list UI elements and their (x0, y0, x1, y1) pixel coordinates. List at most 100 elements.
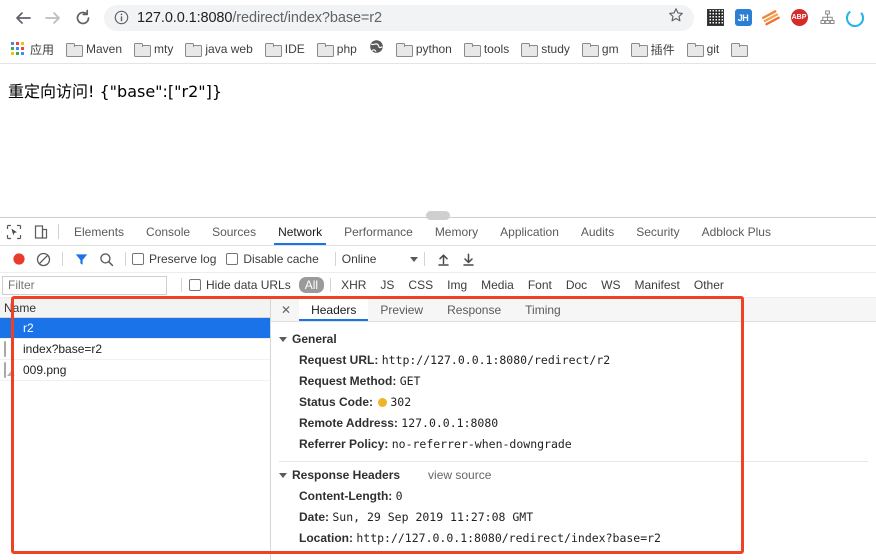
profile-avatar[interactable] (842, 5, 868, 31)
record-button[interactable] (6, 247, 31, 272)
toolbar-divider (335, 252, 336, 266)
bookmark-java-web[interactable]: java web (179, 37, 258, 61)
filter-input[interactable] (2, 276, 167, 295)
close-detail-button[interactable]: ✕ (271, 298, 299, 321)
sitemap-icon[interactable] (814, 5, 840, 31)
bookmark-tools[interactable]: tools (458, 37, 515, 61)
filter-type-media[interactable]: Media (475, 277, 520, 293)
toggle-device-toolbar-icon[interactable] (27, 218, 54, 245)
qr-code-icon[interactable] (702, 5, 728, 31)
adblock-plus-icon[interactable]: ABP (786, 5, 812, 31)
preserve-log-label: Preserve log (149, 252, 216, 266)
bookmark-maven[interactable]: Maven (60, 37, 128, 61)
bookmark-php[interactable]: php (311, 37, 363, 61)
header-key: Location: (299, 531, 353, 545)
image-icon (4, 363, 17, 378)
throttling-select[interactable]: Online (342, 252, 419, 266)
filter-type-other[interactable]: Other (688, 277, 730, 293)
bookmark-star-icon[interactable] (668, 7, 684, 28)
tab-security[interactable]: Security (625, 218, 690, 245)
header-row: Remote Address: 127.0.0.1:8080 (271, 413, 876, 434)
close-icon: ✕ (281, 303, 291, 317)
tab-adblock-plus[interactable]: Adblock Plus (691, 218, 782, 245)
folder-icon (185, 43, 200, 55)
bookmark-ide[interactable]: IDE (259, 37, 311, 61)
bookmark-gm[interactable]: gm (576, 37, 625, 61)
bookmark-overflow[interactable] (725, 37, 752, 61)
jh-extension-icon[interactable]: JH (730, 5, 756, 31)
bookmark-plugins[interactable]: 插件 (625, 37, 681, 61)
toolbar-divider (125, 252, 126, 266)
header-row: Location: http://127.0.0.1:8080/redirect… (271, 528, 876, 549)
header-value: 302 (390, 395, 411, 409)
site-info-icon[interactable] (114, 10, 129, 25)
network-filter-row: Hide data URLs All XHR JS CSS Img Media … (0, 273, 876, 298)
tab-sources[interactable]: Sources (201, 218, 267, 245)
header-row: Request URL: http://127.0.0.1:8080/redir… (271, 350, 876, 371)
search-icon[interactable] (94, 247, 119, 272)
filter-type-img[interactable]: Img (441, 277, 473, 293)
devtools-resize-handle[interactable] (426, 211, 450, 220)
bookmark-label: java web (205, 42, 252, 56)
triangle-down-icon (279, 337, 287, 342)
address-bar[interactable]: 127.0.0.1:8080/redirect/index?base=r2 (104, 5, 694, 31)
hide-data-urls-checkbox[interactable]: Hide data URLs (189, 278, 291, 292)
view-source-link[interactable]: view source (428, 468, 491, 482)
filter-type-font[interactable]: Font (522, 277, 558, 293)
tab-network[interactable]: Network (267, 218, 333, 245)
header-key: Remote Address: (299, 416, 398, 430)
forward-button[interactable] (38, 3, 68, 33)
bookmark-label: python (416, 42, 452, 56)
filter-type-manifest[interactable]: Manifest (629, 277, 686, 293)
import-har-button[interactable] (431, 247, 456, 272)
bookmark-git[interactable]: git (681, 37, 726, 61)
tab-headers[interactable]: Headers (299, 298, 368, 321)
disable-cache-checkbox[interactable]: Disable cache (226, 252, 318, 266)
bookmark-label: IDE (285, 42, 305, 56)
filter-funnel-icon[interactable] (69, 247, 94, 272)
bookmark-python[interactable]: python (390, 37, 458, 61)
table-row[interactable]: 009.png (0, 360, 270, 381)
clear-button[interactable] (31, 247, 56, 272)
tab-preview[interactable]: Preview (368, 298, 435, 321)
bookmark-mty[interactable]: mty (128, 37, 179, 61)
tab-application[interactable]: Application (489, 218, 570, 245)
devtools-panel: Elements Console Sources Network Perform… (0, 217, 876, 560)
preserve-log-checkbox[interactable]: Preserve log (132, 252, 216, 266)
tab-audits[interactable]: Audits (570, 218, 625, 245)
tab-timing[interactable]: Timing (513, 298, 573, 321)
folder-icon (317, 43, 332, 55)
tab-elements[interactable]: Elements (63, 218, 135, 245)
network-toolbar: Preserve log Disable cache Online (0, 246, 876, 273)
stripes-extension-icon[interactable] (758, 5, 784, 31)
response-headers-section-header[interactable]: Response Headers view source (271, 464, 876, 486)
tab-memory[interactable]: Memory (424, 218, 489, 245)
bookmark-label: php (337, 42, 357, 56)
tab-performance[interactable]: Performance (333, 218, 424, 245)
tab-response[interactable]: Response (435, 298, 513, 321)
table-row[interactable]: index?base=r2 (0, 339, 270, 360)
request-detail-pane: ✕ Headers Preview Response Timing Genera… (271, 298, 876, 560)
tab-console[interactable]: Console (135, 218, 201, 245)
filter-type-all[interactable]: All (299, 277, 324, 293)
bookmark-label: tools (484, 42, 509, 56)
general-section-header[interactable]: General (271, 328, 876, 350)
filter-type-css[interactable]: CSS (402, 277, 439, 293)
header-row: Date: Sun, 29 Sep 2019 11:27:08 GMT (271, 507, 876, 528)
tab-label: Adblock Plus (702, 225, 771, 239)
headers-content: General Request URL: http://127.0.0.1:80… (271, 322, 876, 560)
bookmark-apps[interactable]: 应用 (5, 37, 60, 61)
table-row[interactable]: r2 (0, 318, 270, 339)
tab-label: Memory (435, 225, 478, 239)
bookmark-study[interactable]: study (515, 37, 576, 61)
filter-type-doc[interactable]: Doc (560, 277, 593, 293)
reload-button[interactable] (68, 3, 98, 33)
filter-type-xhr[interactable]: XHR (335, 277, 372, 293)
bookmark-globe[interactable] (363, 37, 390, 61)
back-button[interactable] (8, 3, 38, 33)
header-row: Request Method: GET (271, 371, 876, 392)
filter-type-js[interactable]: JS (374, 277, 400, 293)
export-har-button[interactable] (456, 247, 481, 272)
inspect-element-icon[interactable] (0, 218, 27, 245)
filter-type-ws[interactable]: WS (595, 277, 626, 293)
